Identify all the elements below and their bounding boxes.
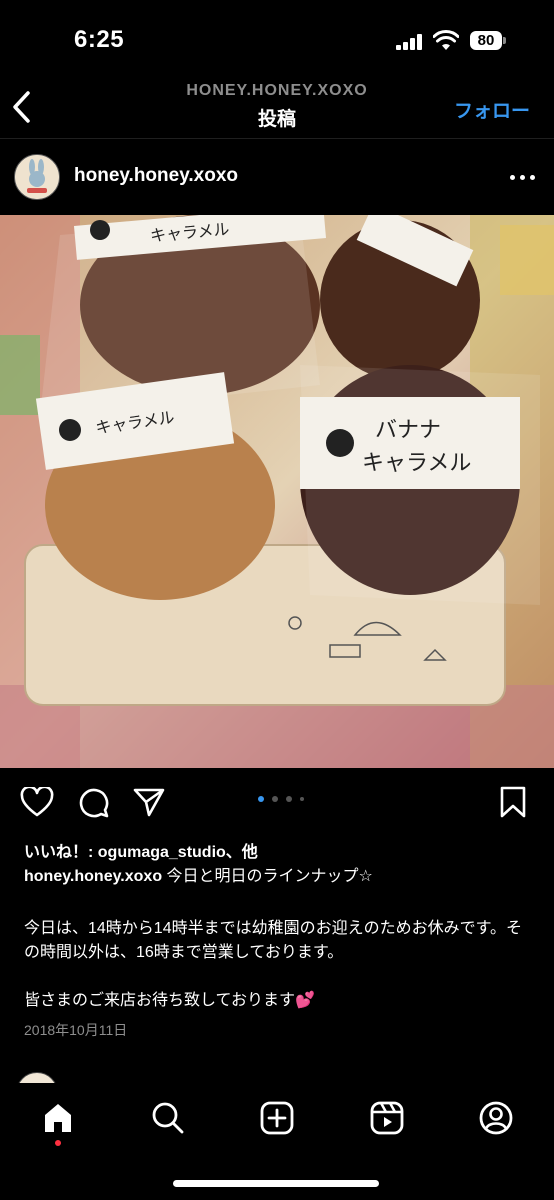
reels-icon[interactable]	[370, 1101, 404, 1135]
avatar[interactable]	[14, 154, 60, 200]
caption: honey.honey.xoxo 今日と明日のラインナップ☆	[24, 865, 532, 889]
battery-tip	[503, 37, 506, 44]
home-indicator	[173, 1180, 379, 1187]
more-options-icon[interactable]	[510, 175, 536, 181]
comment-icon[interactable]	[78, 786, 110, 818]
label-banana: バナナ	[375, 418, 441, 443]
label-caramel: キャラメル	[362, 451, 471, 476]
post-username[interactable]: honey.honey.xoxo	[74, 165, 238, 187]
bookmark-icon[interactable]	[499, 786, 527, 818]
post-date: 2018年10月11日	[24, 1022, 128, 1038]
wifi-icon	[433, 30, 459, 50]
caption-text: 今日と明日のラインナップ☆	[162, 868, 373, 885]
header-divider	[0, 138, 554, 139]
notification-dot	[55, 1140, 61, 1146]
search-icon[interactable]	[151, 1101, 185, 1135]
create-post-icon[interactable]	[260, 1101, 294, 1135]
likes-text[interactable]: いいね！: ogumaga_studio、他	[24, 838, 258, 862]
battery-indicator: 80	[470, 31, 502, 50]
rabbit-logo-icon	[15, 155, 59, 199]
caption-paragraph-3: 皆さまのご来店お待ち致しております💕	[24, 992, 315, 1009]
follow-button[interactable]: フォロー	[454, 96, 530, 123]
caption-paragraph-2: 今日は、14時から14時半までは幼稚園のお迎えのためお休みです。その時間以外は、…	[24, 920, 522, 961]
status-time: 6:25	[74, 26, 125, 53]
profile-icon[interactable]	[479, 1101, 513, 1135]
home-icon[interactable]	[42, 1102, 74, 1134]
share-icon[interactable]	[133, 787, 165, 817]
carousel-indicator	[258, 796, 318, 804]
post-photo[interactable]: バナナ キャラメル キャラメル キャラメル	[0, 215, 554, 768]
muffins-photo: バナナ キャラメル キャラメル キャラメル	[0, 215, 554, 768]
signal-icon	[396, 34, 424, 50]
caption-username[interactable]: honey.honey.xoxo	[24, 868, 162, 885]
heart-icon[interactable]	[20, 787, 54, 817]
